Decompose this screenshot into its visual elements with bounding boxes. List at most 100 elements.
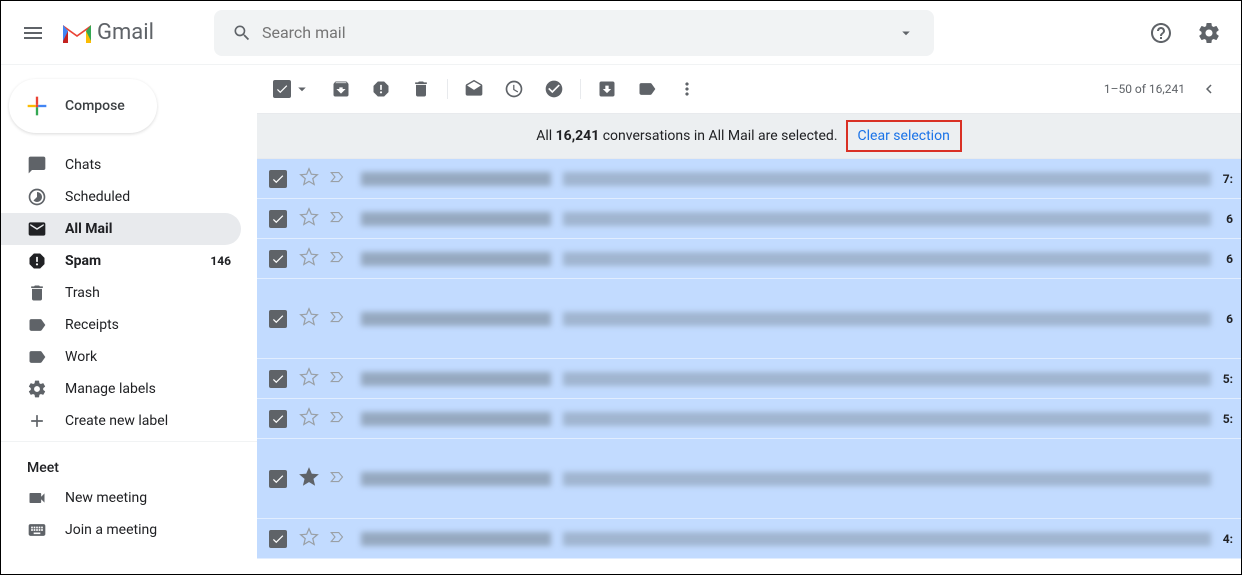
sidebar-item-chats[interactable]: Chats bbox=[1, 149, 241, 181]
nav-label: All Mail bbox=[65, 221, 241, 237]
importance-marker[interactable] bbox=[329, 528, 347, 550]
meet-item-join-a-meeting[interactable]: Join a meeting bbox=[1, 514, 241, 546]
importance-icon bbox=[329, 408, 347, 426]
importance-icon bbox=[329, 208, 347, 226]
importance-marker[interactable] bbox=[329, 308, 347, 330]
sidebar-item-all-mail[interactable]: All Mail bbox=[1, 213, 241, 245]
star-button[interactable] bbox=[299, 527, 319, 551]
scheduled-icon bbox=[27, 187, 47, 207]
row-checkbox[interactable] bbox=[269, 210, 287, 228]
search-bar[interactable] bbox=[214, 10, 934, 56]
timestamp: 5: bbox=[1211, 372, 1241, 386]
archive-button[interactable] bbox=[321, 69, 361, 109]
delete-button[interactable] bbox=[401, 69, 441, 109]
labels-button[interactable] bbox=[627, 69, 667, 109]
star-button[interactable] bbox=[299, 167, 319, 191]
gear-icon bbox=[1197, 21, 1221, 45]
star-icon bbox=[299, 247, 319, 267]
clear-selection-link[interactable]: Clear selection bbox=[846, 120, 962, 152]
clock-icon bbox=[504, 79, 524, 99]
mark-read-button[interactable] bbox=[454, 69, 494, 109]
sidebar-item-manage-labels[interactable]: Manage labels bbox=[1, 373, 241, 405]
mail-list: 7: 6 6 6 5: 5: bbox=[257, 159, 1241, 574]
allmail-icon bbox=[27, 219, 47, 239]
row-checkbox[interactable] bbox=[269, 470, 287, 488]
mail-row[interactable]: 6 bbox=[257, 239, 1241, 279]
row-checkbox[interactable] bbox=[269, 250, 287, 268]
importance-marker[interactable] bbox=[329, 368, 347, 390]
separator bbox=[447, 79, 448, 99]
importance-marker[interactable] bbox=[329, 208, 347, 230]
trash-icon bbox=[27, 283, 47, 303]
mail-row[interactable] bbox=[257, 439, 1241, 519]
report-spam-button[interactable] bbox=[361, 69, 401, 109]
sidebar-item-trash[interactable]: Trash bbox=[1, 277, 241, 309]
importance-marker[interactable] bbox=[329, 168, 347, 190]
star-button[interactable] bbox=[299, 367, 319, 391]
row-checkbox[interactable] bbox=[269, 170, 287, 188]
move-to-button[interactable] bbox=[587, 69, 627, 109]
star-button[interactable] bbox=[299, 467, 319, 491]
separator bbox=[580, 79, 581, 99]
subject bbox=[563, 252, 1211, 266]
sender bbox=[361, 252, 551, 266]
sidebar-item-work[interactable]: Work bbox=[1, 341, 241, 373]
sidebar-item-spam[interactable]: Spam146 bbox=[1, 245, 241, 277]
task-icon bbox=[544, 79, 564, 99]
mail-row[interactable]: 7: bbox=[257, 159, 1241, 199]
gmail-logo[interactable]: Gmail bbox=[61, 20, 154, 45]
spam-icon bbox=[371, 79, 391, 99]
selection-banner: All 16,241 conversations in All Mail are… bbox=[257, 113, 1241, 159]
importance-icon bbox=[329, 528, 347, 546]
row-checkbox[interactable] bbox=[269, 410, 287, 428]
sender bbox=[361, 412, 551, 426]
caret-down-icon bbox=[293, 80, 311, 98]
prev-page-button[interactable] bbox=[1193, 73, 1225, 105]
timestamp: 6 bbox=[1211, 312, 1241, 326]
importance-marker[interactable] bbox=[329, 468, 347, 490]
row-checkbox[interactable] bbox=[269, 530, 287, 548]
mail-row[interactable]: 6 bbox=[257, 199, 1241, 239]
snooze-button[interactable] bbox=[494, 69, 534, 109]
mail-row[interactable]: 6 bbox=[257, 279, 1241, 359]
settings-button[interactable] bbox=[1189, 13, 1229, 53]
sidebar-item-scheduled[interactable]: Scheduled bbox=[1, 181, 241, 213]
importance-marker[interactable] bbox=[329, 248, 347, 270]
more-button[interactable] bbox=[667, 69, 707, 109]
gear-icon bbox=[27, 379, 47, 399]
star-icon bbox=[299, 527, 319, 547]
label-icon bbox=[27, 315, 47, 335]
subject bbox=[563, 372, 1211, 386]
search-input[interactable] bbox=[262, 23, 886, 42]
sidebar: Compose ChatsScheduled All Mail Spam146Tra… bbox=[1, 65, 257, 574]
caret-down-icon bbox=[897, 24, 915, 42]
sidebar-item-create-new-label[interactable]: Create new label bbox=[1, 405, 241, 437]
mail-row[interactable]: 4: bbox=[257, 519, 1241, 559]
compose-button[interactable]: Compose bbox=[9, 79, 157, 133]
select-all-checkbox[interactable] bbox=[273, 80, 311, 98]
add-task-button[interactable] bbox=[534, 69, 574, 109]
support-button[interactable] bbox=[1141, 13, 1181, 53]
star-button[interactable] bbox=[299, 247, 319, 271]
row-checkbox[interactable] bbox=[269, 310, 287, 328]
main-menu-button[interactable] bbox=[9, 9, 57, 57]
timestamp: 6 bbox=[1211, 252, 1241, 266]
star-icon bbox=[299, 207, 319, 227]
check-icon bbox=[271, 532, 285, 546]
meet-item-new-meeting[interactable]: New meeting bbox=[1, 482, 241, 514]
star-icon bbox=[299, 407, 319, 427]
check-icon bbox=[271, 212, 285, 226]
nav-label: Join a meeting bbox=[65, 522, 241, 538]
search-options-button[interactable] bbox=[886, 24, 926, 42]
star-button[interactable] bbox=[299, 207, 319, 231]
importance-icon bbox=[329, 368, 347, 386]
star-button[interactable] bbox=[299, 407, 319, 431]
mail-row[interactable]: 5: bbox=[257, 359, 1241, 399]
row-checkbox[interactable] bbox=[269, 370, 287, 388]
star-button[interactable] bbox=[299, 307, 319, 331]
search-icon bbox=[232, 23, 252, 43]
sidebar-item-receipts[interactable]: Receipts bbox=[1, 309, 241, 341]
mail-row[interactable]: 5: bbox=[257, 399, 1241, 439]
archive-icon bbox=[331, 79, 351, 99]
importance-marker[interactable] bbox=[329, 408, 347, 430]
